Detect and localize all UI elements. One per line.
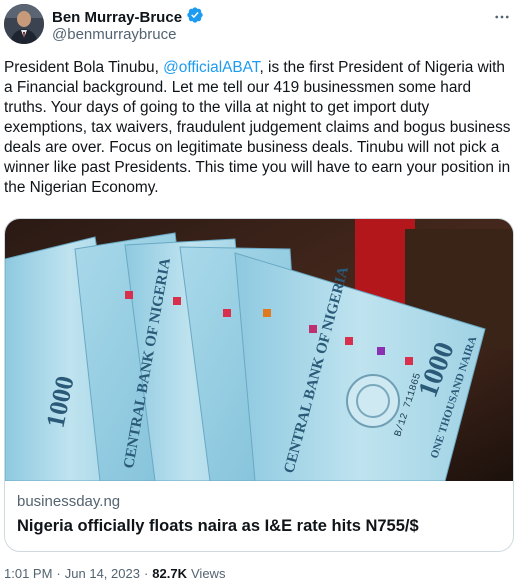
tweet-meta: 1:01 PM · Jun 14, 2023 · 82.7K Views (4, 566, 225, 581)
meta-separator: · (56, 566, 61, 581)
meta-separator-2: · (143, 566, 149, 581)
card-image[interactable]: 1000 1000 CENTRAL BANK OF NIGERIA CENTRA… (5, 219, 513, 481)
handle[interactable]: @benmurraybruce (52, 26, 176, 43)
avatar[interactable] (4, 4, 44, 44)
views-label: Views (191, 566, 226, 581)
tweet-text-start: President Bola Tinubu, (4, 59, 164, 76)
card-title[interactable]: Nigeria officially floats naira as I&E r… (17, 517, 419, 536)
tweet-time[interactable]: 1:01 PM (4, 566, 52, 581)
mention-link[interactable]: @officialABAT (163, 59, 259, 76)
card-domain: businessday.ng (17, 493, 121, 510)
tweet-text: President Bola Tinubu, @officialABAT, is… (4, 58, 514, 198)
display-name[interactable]: Ben Murray-Bruce (52, 9, 182, 26)
views-count[interactable]: 82.7K (152, 566, 187, 581)
tweet-date[interactable]: Jun 14, 2023 (65, 566, 140, 581)
verified-badge-icon (186, 6, 204, 29)
link-card[interactable]: 1000 1000 CENTRAL BANK OF NIGERIA CENTRA… (4, 218, 514, 552)
tweet-header: Ben Murray-Bruce @benmurraybruce (4, 4, 517, 48)
tweet-text-rest: , is the first President of Nigeria with… (4, 59, 511, 196)
more-options-icon[interactable] (491, 6, 513, 28)
